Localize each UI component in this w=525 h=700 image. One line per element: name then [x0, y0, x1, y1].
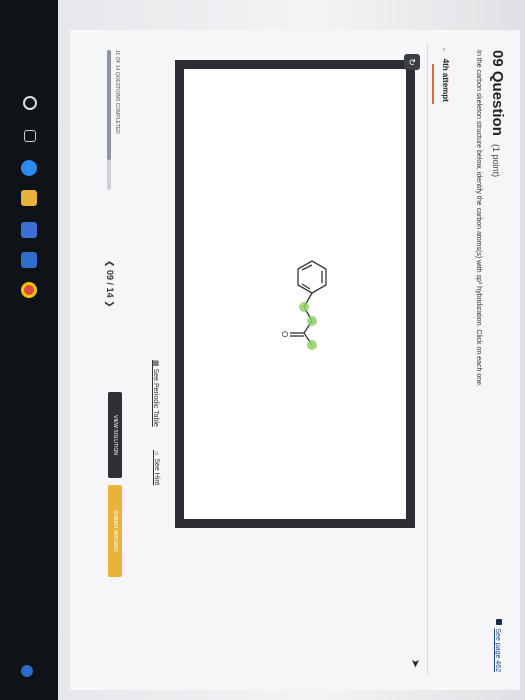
attempt-toggle[interactable]: ⌄ 4th attempt	[441, 46, 450, 102]
question-page: 09 Question (1 point) In the carbon skel…	[70, 30, 520, 690]
selected-carbon-atom[interactable]	[307, 340, 317, 350]
progress-fill	[107, 50, 111, 160]
edge-icon[interactable]	[21, 160, 37, 176]
attempt-label: 4th attempt	[441, 58, 450, 102]
selected-carbon-atom[interactable]	[299, 302, 309, 312]
next-question-icon[interactable]: ❯	[105, 298, 115, 308]
system-tray-icon[interactable]	[21, 665, 33, 677]
question-nav-label: 09 / 14	[105, 270, 115, 298]
chrome-icon[interactable]	[21, 282, 37, 298]
chevron-down-icon: ⌄	[441, 46, 450, 53]
progress-text: 11 OF 14 QUESTIONS COMPLETED	[114, 50, 120, 134]
oxygen-label: O	[280, 331, 289, 337]
carbon-skeleton-structure[interactable]: O	[256, 249, 336, 359]
selected-carbon-atom[interactable]	[307, 316, 317, 326]
windows-taskbar	[0, 0, 58, 700]
question-text: In the carbon skeleton structure below, …	[475, 50, 482, 387]
divider	[427, 44, 428, 674]
attempt-underline	[432, 64, 434, 104]
chart-icon: ▦	[152, 360, 159, 369]
taskview-icon[interactable]	[24, 130, 36, 142]
view-solution-button[interactable]: VIEW SOLUTION	[108, 392, 122, 478]
view-solution-label: VIEW SOLUTION	[112, 415, 118, 455]
see-page-link[interactable]: See page 462	[494, 619, 502, 672]
reset-icon[interactable]: ↻	[404, 54, 420, 70]
windows-icon[interactable]	[23, 96, 37, 110]
question-title: 09 Question (1 point)	[489, 50, 506, 177]
periodic-table-link[interactable]: ▦ See Periodic Table	[152, 360, 160, 427]
prev-question-icon[interactable]: ❮	[105, 260, 115, 270]
question-points: (1 point)	[491, 144, 501, 178]
structure-canvas[interactable]: O	[175, 60, 415, 528]
question-label: Question	[489, 70, 506, 136]
periodic-table-label: See Periodic Table	[152, 368, 159, 427]
question-navigator[interactable]: ❮ 09 / 14 ❯	[104, 260, 115, 308]
question-number: 09	[489, 50, 506, 67]
hint-label: See Hint	[153, 458, 160, 486]
submit-answer-button[interactable]: SUBMIT ANSWER	[108, 485, 122, 577]
files-icon[interactable]	[21, 190, 37, 206]
store-icon[interactable]	[21, 222, 37, 238]
hint-link[interactable]: ☼ See Hint	[153, 450, 160, 485]
book-icon	[496, 619, 502, 626]
progress-bar	[107, 50, 111, 190]
pointer-tool-icon[interactable]: ➤	[409, 659, 422, 668]
benzene-ring	[297, 260, 327, 294]
see-page-label: See page 462	[494, 628, 501, 672]
submit-answer-label: SUBMIT ANSWER	[112, 510, 118, 552]
mail-icon[interactable]	[21, 252, 37, 268]
